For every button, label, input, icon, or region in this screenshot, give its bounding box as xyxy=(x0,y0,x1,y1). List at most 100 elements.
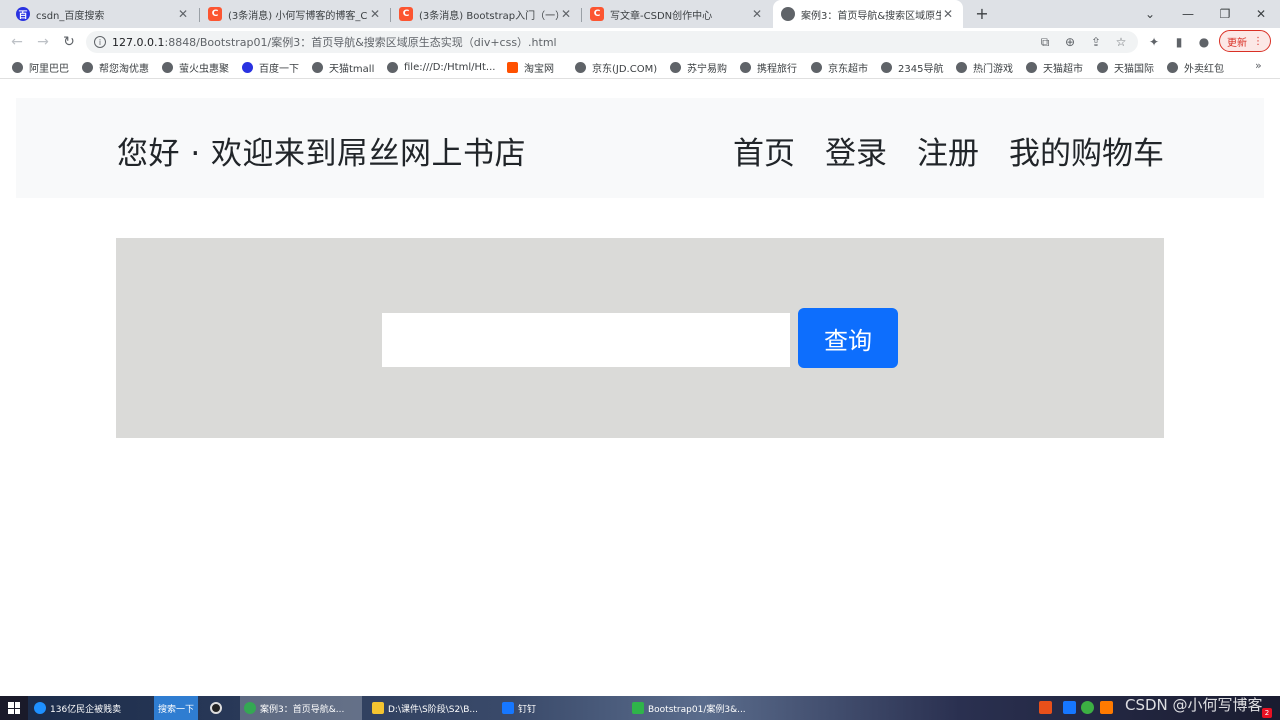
search-input[interactable] xyxy=(382,313,790,367)
tab-csdn-write[interactable]: C 写文章-CSDN创作中心 ✕ xyxy=(582,0,772,28)
taskbar-label: 搜索一下 xyxy=(158,704,195,715)
globe-icon xyxy=(162,61,173,73)
restore-button[interactable]: ❐ xyxy=(1210,4,1240,24)
taskbar-search-button[interactable]: 搜索一下 xyxy=(154,696,198,720)
nav-link-login[interactable]: 登录 xyxy=(825,128,887,173)
bookmark-item[interactable]: 2345导航 xyxy=(881,59,943,75)
taskbar-label: 136亿民企被贱卖 xyxy=(50,704,122,715)
bookmark-item[interactable]: 淘宝网 xyxy=(507,59,554,75)
taskbar-label: D:\课件\S阶段\S2\B... xyxy=(388,704,479,715)
minimize-button[interactable]: — xyxy=(1173,4,1203,24)
dingtalk-icon xyxy=(502,702,514,714)
share-icon[interactable]: ⇪ xyxy=(1086,32,1106,52)
hbuilder-icon xyxy=(632,702,644,714)
bookmark-item[interactable]: 苏宁易购 xyxy=(670,59,727,75)
globe-icon xyxy=(82,61,93,73)
new-tab-button[interactable]: + xyxy=(972,4,992,24)
tab-csdn-baidu[interactable]: 百 csdn_百度搜索 ✕ xyxy=(8,0,198,28)
csdn-icon: C xyxy=(208,7,222,21)
url-path: :8848/Bootstrap01/案例3：首页导航&搜索区域原生态实现（div… xyxy=(164,36,557,49)
update-label: 更新 xyxy=(1227,37,1247,49)
bookmark-star-icon[interactable]: ☆ xyxy=(1111,32,1131,52)
window-close-button[interactable]: ✕ xyxy=(1246,4,1276,24)
bookmark-item[interactable]: 天猫国际 xyxy=(1097,59,1154,75)
bookmarks-bar: 阿里巴巴 帮您淘优惠 萤火虫惠聚 百度一下 天猫tmall file:///D:… xyxy=(0,56,1280,79)
zoom-icon[interactable]: ⊕ xyxy=(1060,32,1080,52)
taskbar-item-dingtalk[interactable]: 钉钉 xyxy=(498,696,618,720)
globe-icon xyxy=(1097,61,1108,73)
bookmark-item[interactable]: 携程旅行 xyxy=(740,59,797,75)
translate-icon[interactable]: ⧉ xyxy=(1035,32,1055,52)
taskbar-label: 钉钉 xyxy=(518,704,537,715)
close-icon[interactable]: ✕ xyxy=(368,7,382,21)
profile-avatar-icon[interactable]: ● xyxy=(1194,32,1214,52)
globe-icon xyxy=(956,61,967,73)
baidu-icon xyxy=(242,61,253,73)
bookmark-item[interactable]: 热门游戏 xyxy=(956,59,1013,75)
close-icon[interactable]: ✕ xyxy=(176,7,190,21)
tab-case3-active[interactable]: 案例3：首页导航&搜索区域原生 ✕ xyxy=(773,0,963,28)
notification-badge[interactable]: 2 xyxy=(1262,708,1272,718)
close-icon[interactable]: ✕ xyxy=(750,7,764,21)
csdn-icon: C xyxy=(590,7,604,21)
globe-icon xyxy=(312,61,323,73)
extensions-icon[interactable]: ✦ xyxy=(1144,32,1164,52)
nav-link-home[interactable]: 首页 xyxy=(733,128,795,173)
address-bar[interactable]: i 127.0.0.1 :8848/Bootstrap01/案例3：首页导航&搜… xyxy=(86,31,1138,53)
taskbar-item-chrome[interactable]: 案例3：首页导航&... xyxy=(240,696,362,720)
back-arrow-icon[interactable]: ← xyxy=(7,32,27,52)
taskbar-item-explorer[interactable]: D:\课件\S阶段\S2\B... xyxy=(368,696,492,720)
bookmark-label: 天猫国际 xyxy=(1114,63,1154,75)
info-icon[interactable]: i xyxy=(94,36,106,48)
taskbar-item-app[interactable] xyxy=(206,696,234,720)
bookmark-label: 萤火虫惠聚 xyxy=(179,63,229,75)
bookmark-item[interactable]: 天猫超市 xyxy=(1026,59,1083,75)
bookmark-item[interactable]: 百度一下 xyxy=(242,59,299,75)
bookmark-item[interactable]: 天猫tmall xyxy=(312,59,374,75)
search-button[interactable]: 查询 xyxy=(798,308,898,368)
bookmark-item[interactable]: 京东(JD.COM) xyxy=(575,59,657,75)
taskbar-label: Bootstrap01/案例3&... xyxy=(648,704,746,715)
taskbar-item-news[interactable]: 136亿民企被贱卖 xyxy=(30,696,152,720)
bookmark-item[interactable]: 萤火虫惠聚 xyxy=(162,59,229,75)
bookmark-label: 帮您淘优惠 xyxy=(99,63,149,75)
side-panel-icon[interactable]: ▮ xyxy=(1169,32,1189,52)
bookmark-item[interactable]: file:///D:/Html/Ht... xyxy=(387,59,495,75)
tab-title: 案例3：首页导航&搜索区域原生 xyxy=(801,10,941,22)
tab-title: csdn_百度搜索 xyxy=(36,10,105,22)
tab-search-dropdown-icon[interactable]: ⌄ xyxy=(1135,4,1165,24)
tray-security-icon[interactable] xyxy=(1081,701,1094,714)
media-player-icon xyxy=(210,702,222,714)
tab-csdn-blog[interactable]: C (3条消息) 小何写博客的博客_CSD ✕ xyxy=(200,0,390,28)
bookmark-item[interactable]: 京东超市 xyxy=(811,59,868,75)
globe-icon xyxy=(781,7,795,21)
nav-link-register[interactable]: 注册 xyxy=(917,128,979,173)
chevron-right-icon[interactable]: » xyxy=(1255,59,1262,72)
baidu-icon: 百 xyxy=(16,7,30,21)
bookmark-label: file:///D:/Html/Ht... xyxy=(404,61,496,73)
close-icon[interactable]: ✕ xyxy=(559,7,573,21)
forward-arrow-icon[interactable]: → xyxy=(33,32,53,52)
reload-icon[interactable]: ↻ xyxy=(59,32,79,52)
tray-sogou-icon[interactable] xyxy=(1039,701,1052,714)
tray-chat-icon[interactable] xyxy=(1100,701,1113,714)
update-button[interactable]: 更新 ⋮ xyxy=(1219,30,1271,52)
bookmark-label: 京东超市 xyxy=(828,63,868,75)
bookmark-item[interactable]: 外卖红包 xyxy=(1167,59,1224,75)
nav-link-cart[interactable]: 我的购物车 xyxy=(1009,128,1164,173)
tray-app-icon[interactable] xyxy=(1063,701,1076,714)
tab-bootstrap-intro[interactable]: C (3条消息) Bootstrap入门（一）_ ✕ xyxy=(391,0,581,28)
browser-toolbar: ← → ↻ i 127.0.0.1 :8848/Bootstrap01/案例3：… xyxy=(0,28,1280,56)
start-button[interactable] xyxy=(0,696,28,720)
globe-icon xyxy=(881,61,892,73)
bookmark-item[interactable]: 帮您淘优惠 xyxy=(82,59,149,75)
bookmark-item[interactable]: 阿里巴巴 xyxy=(12,59,69,75)
chrome-icon xyxy=(244,702,256,714)
tab-strip: 百 csdn_百度搜索 ✕ C (3条消息) 小何写博客的博客_CSD ✕ C … xyxy=(0,0,1280,28)
close-icon[interactable]: ✕ xyxy=(941,7,955,21)
bookmark-label: 苏宁易购 xyxy=(687,63,727,75)
bookmark-label: 百度一下 xyxy=(259,63,299,75)
bookmark-label: 淘宝网 xyxy=(524,63,554,75)
tab-title: 写文章-CSDN创作中心 xyxy=(610,10,713,22)
taskbar-item-hbuilder[interactable]: Bootstrap01/案例3&... xyxy=(628,696,752,720)
